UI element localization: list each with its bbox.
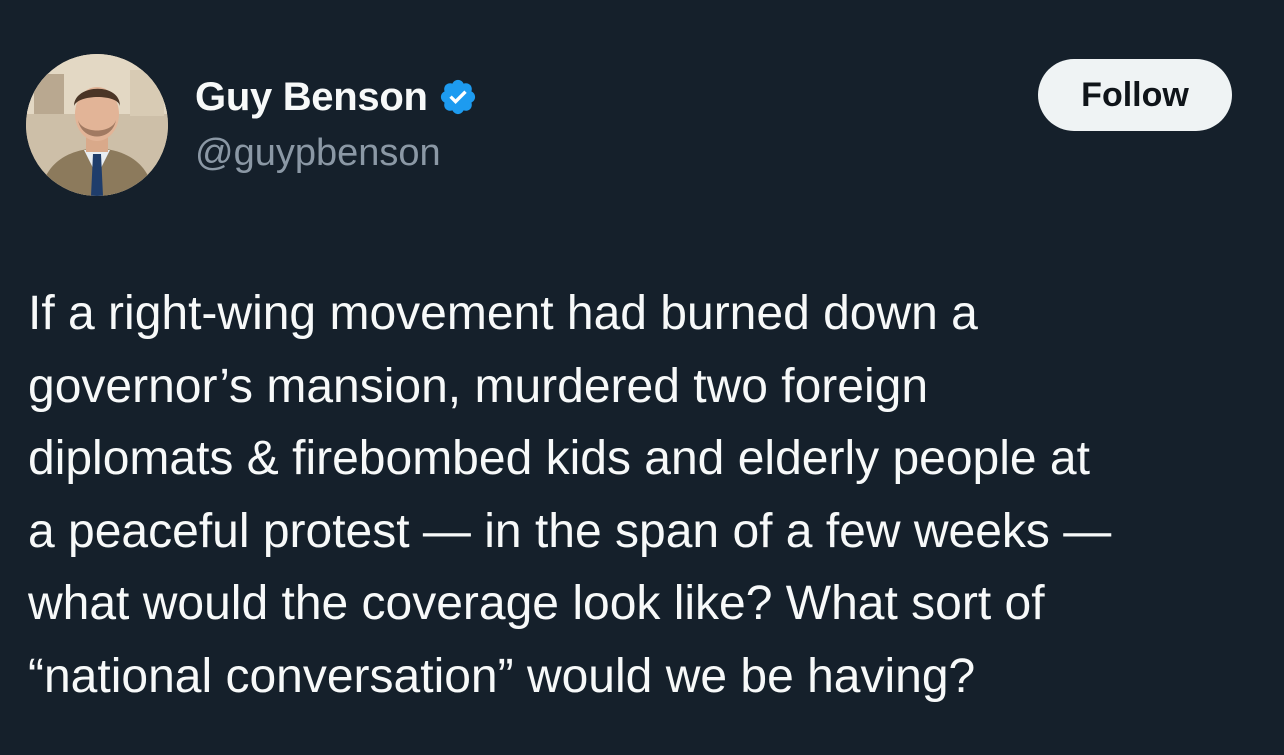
tweet-text-line: “national conversation” would we be havi… (28, 649, 976, 703)
tweet-card: Guy Benson @guypbenson Follow If a right… (0, 0, 1284, 755)
tweet-text: If a right-wing movement had burned down… (28, 278, 1268, 713)
author-name-row: Guy Benson (195, 70, 478, 124)
tweet-text-line: diplomats & firebombed kids and elderly … (28, 432, 1090, 485)
tweet-text-line: governor’s mansion, murdered two foreign (28, 359, 929, 413)
follow-button[interactable]: Follow (1038, 59, 1232, 131)
author-handle[interactable]: @guypbenson (195, 132, 441, 175)
avatar[interactable] (26, 54, 168, 196)
tweet-text-line: If a right-wing movement had burned down… (28, 287, 978, 340)
author-display-name[interactable]: Guy Benson (195, 75, 428, 120)
tweet-text-line: a peaceful protest — in the span of a fe… (28, 504, 1112, 558)
verified-badge-icon (438, 77, 478, 117)
avatar-photo-icon (26, 54, 168, 196)
tweet-text-line: what would the coverage look like? What … (28, 577, 1045, 630)
